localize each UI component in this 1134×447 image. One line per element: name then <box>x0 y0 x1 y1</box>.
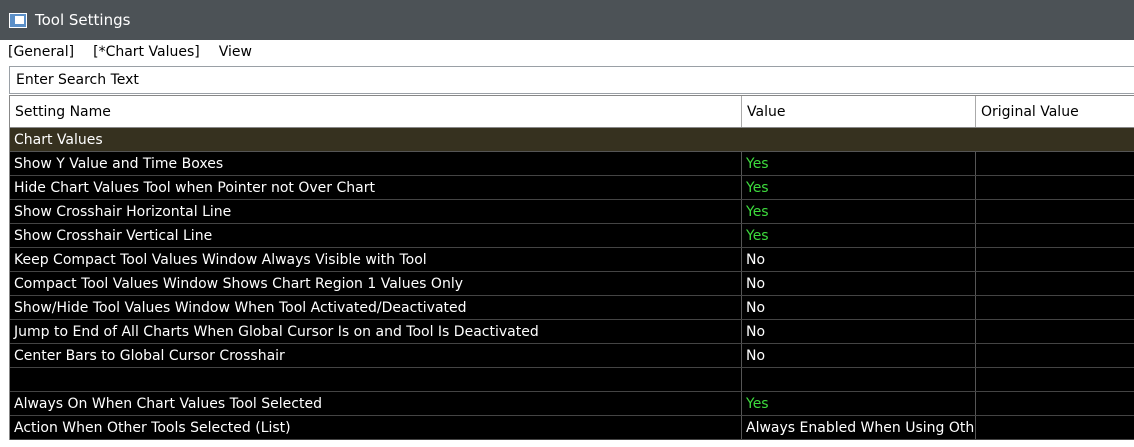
table-row[interactable]: Show Y Value and Time Boxes Yes <box>10 152 1134 176</box>
setting-name: Center Bars to Global Cursor Crosshair <box>10 344 742 367</box>
table-row[interactable]: Center Bars to Global Cursor Crosshair No <box>10 344 1134 368</box>
table-row[interactable]: Hide Chart Values Tool when Pointer not … <box>10 176 1134 200</box>
setting-name: Compact Tool Values Window Shows Chart R… <box>10 272 742 295</box>
setting-value[interactable]: Yes <box>742 176 976 199</box>
menu-view[interactable]: View <box>219 44 252 60</box>
setting-original-value <box>976 176 1134 199</box>
column-header-original-value[interactable]: Original Value <box>976 96 1134 127</box>
table-row[interactable]: Keep Compact Tool Values Window Always V… <box>10 248 1134 272</box>
setting-name: Always On When Chart Values Tool Selecte… <box>10 392 742 415</box>
setting-original-value <box>976 200 1134 223</box>
table-row[interactable]: Show/Hide Tool Values Window When Tool A… <box>10 296 1134 320</box>
setting-original-value <box>976 224 1134 247</box>
setting-original-value <box>976 272 1134 295</box>
setting-name <box>10 368 742 391</box>
window-icon <box>9 12 27 28</box>
setting-value[interactable] <box>742 368 976 391</box>
table-row[interactable]: Action When Other Tools Selected (List) A… <box>10 416 1134 440</box>
setting-value[interactable]: No <box>742 248 976 271</box>
setting-original-value <box>976 152 1134 175</box>
menu-general[interactable]: [General] <box>8 44 74 60</box>
search-box <box>9 66 1134 94</box>
setting-original-value <box>976 392 1134 415</box>
search-input[interactable] <box>10 69 1134 91</box>
section-header-chart-values[interactable]: Chart Values <box>10 128 1134 152</box>
header-row: Setting Name Value Original Value <box>10 95 1134 128</box>
setting-value[interactable]: No <box>742 296 976 319</box>
setting-value[interactable]: Yes <box>742 224 976 247</box>
table-row[interactable]: Always On When Chart Values Tool Selecte… <box>10 392 1134 416</box>
setting-original-value <box>976 344 1134 367</box>
setting-value[interactable]: Yes <box>742 152 976 175</box>
setting-name: Keep Compact Tool Values Window Always V… <box>10 248 742 271</box>
setting-name: Hide Chart Values Tool when Pointer not … <box>10 176 742 199</box>
setting-name: Action When Other Tools Selected (List) <box>10 416 742 439</box>
menu-bar: [General] [*Chart Values] View <box>0 40 1134 64</box>
title-bar: Tool Settings <box>0 0 1134 40</box>
setting-original-value <box>976 248 1134 271</box>
setting-name: Show Crosshair Horizontal Line <box>10 200 742 223</box>
settings-grid: Setting Name Value Original Value Chart … <box>9 95 1134 440</box>
table-row[interactable]: Show Crosshair Horizontal Line Yes <box>10 200 1134 224</box>
setting-original-value <box>976 368 1134 391</box>
setting-name: Show Crosshair Vertical Line <box>10 224 742 247</box>
setting-name: Show Y Value and Time Boxes <box>10 152 742 175</box>
setting-value[interactable]: Always Enabled When Using Other <box>742 416 976 439</box>
setting-value[interactable]: Yes <box>742 392 976 415</box>
table-row[interactable]: Show Crosshair Vertical Line Yes <box>10 224 1134 248</box>
setting-name: Jump to End of All Charts When Global Cu… <box>10 320 742 343</box>
table-row[interactable]: Jump to End of All Charts When Global Cu… <box>10 320 1134 344</box>
column-header-value[interactable]: Value <box>742 96 976 127</box>
setting-name: Show/Hide Tool Values Window When Tool A… <box>10 296 742 319</box>
window-title: Tool Settings <box>35 11 131 29</box>
setting-value[interactable]: No <box>742 320 976 343</box>
setting-value[interactable]: No <box>742 344 976 367</box>
setting-value[interactable]: No <box>742 272 976 295</box>
table-row[interactable]: Compact Tool Values Window Shows Chart R… <box>10 272 1134 296</box>
setting-value[interactable]: Yes <box>742 200 976 223</box>
table-row[interactable] <box>10 368 1134 392</box>
menu-chart-values[interactable]: [*Chart Values] <box>93 44 200 60</box>
setting-original-value <box>976 416 1134 439</box>
setting-original-value <box>976 320 1134 343</box>
setting-original-value <box>976 296 1134 319</box>
column-header-setting-name[interactable]: Setting Name <box>10 96 742 127</box>
